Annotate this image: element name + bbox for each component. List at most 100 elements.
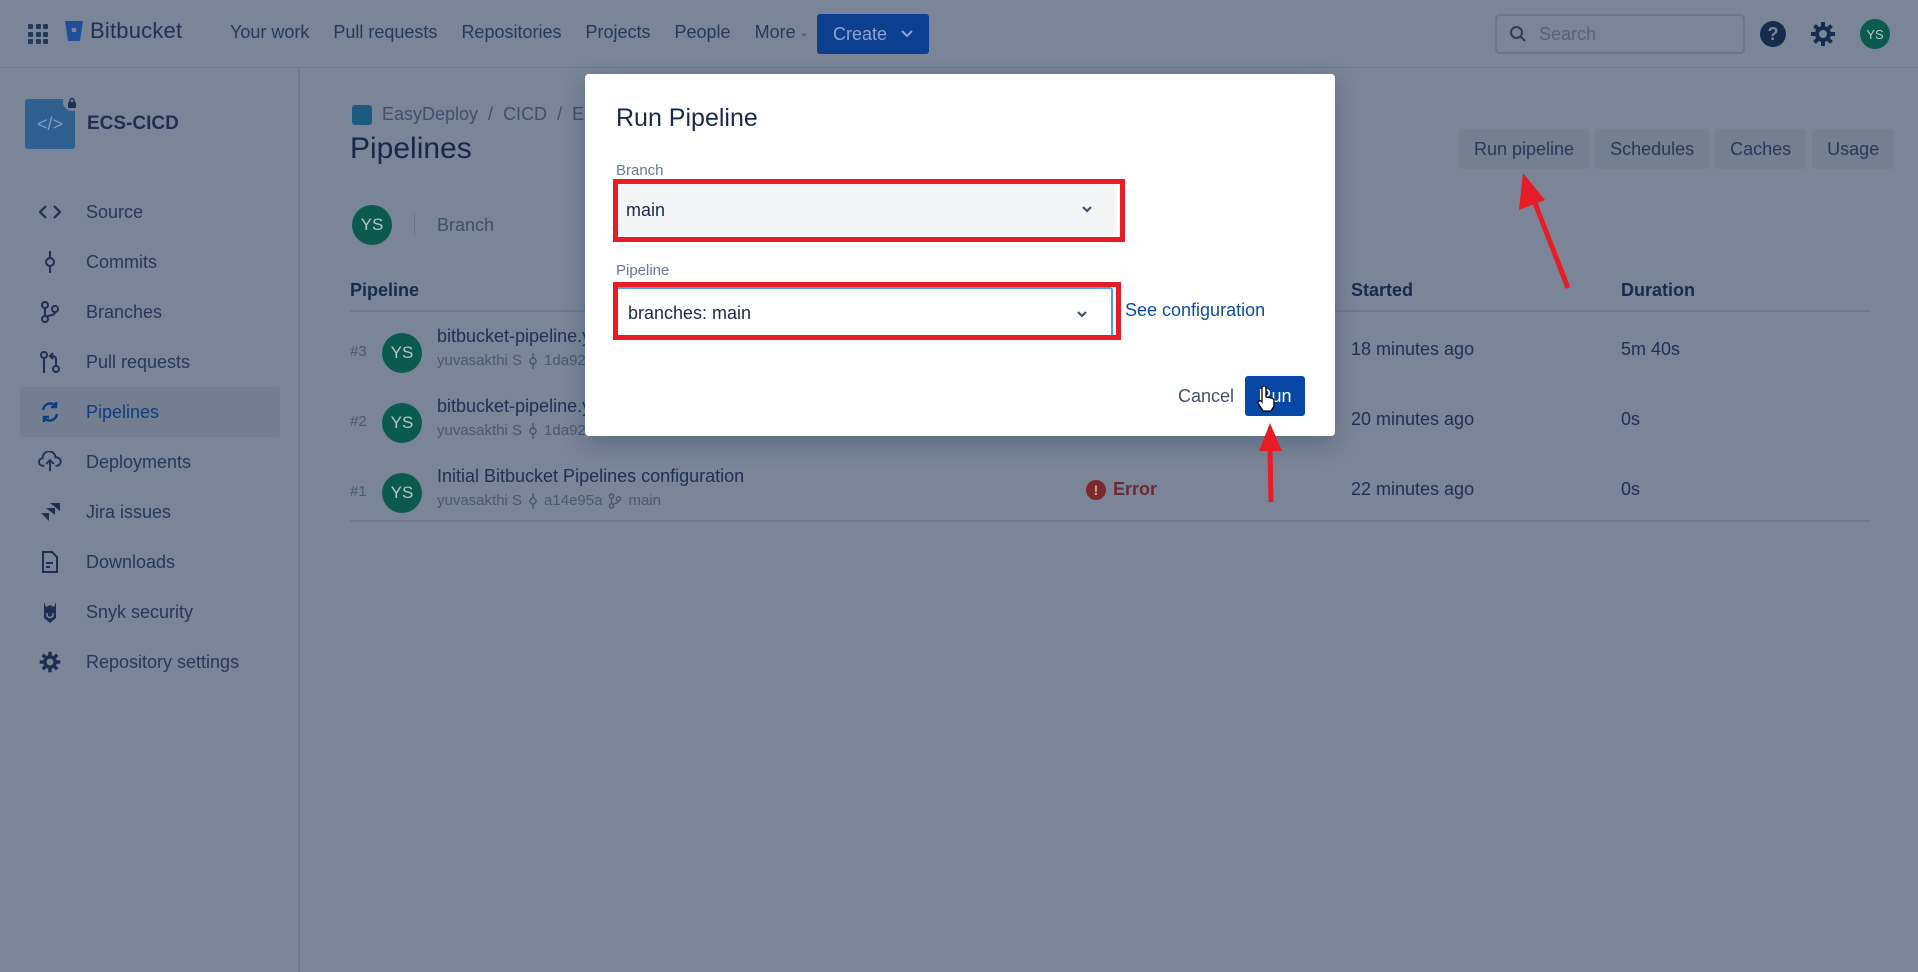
commit-icon [529, 352, 537, 369]
code-icon: </> [36, 113, 64, 134]
top-navigation: Bitbucket Your work Pull requests Reposi… [0, 0, 1918, 68]
run-pipeline-button[interactable]: Run pipeline [1459, 129, 1590, 169]
commit-icon [529, 422, 537, 439]
pipeline-title[interactable]: Initial Bitbucket Pipelines configuratio… [437, 466, 744, 487]
nav-repositories[interactable]: Repositories [461, 22, 561, 43]
table-row[interactable]: #1 YS Initial Bitbucket Pipelines config… [350, 459, 1870, 529]
started-time: 20 minutes ago [1351, 409, 1475, 429]
pipeline-select[interactable]: branches: main [616, 287, 1113, 339]
usage-button[interactable]: Usage [1812, 129, 1895, 169]
repo-header[interactable]: </> ECS-CICD [25, 93, 179, 149]
create-label: Create [832, 23, 888, 44]
duration: 0s [1621, 409, 1641, 429]
pipelines-toolbar: Run pipeline Schedules Caches Usage [1459, 129, 1895, 169]
author: yuvasakthi S [437, 422, 523, 439]
author: yuvasakthi S [437, 352, 523, 369]
bitbucket-logo[interactable]: Bitbucket [64, 18, 182, 44]
gear-icon[interactable] [1809, 20, 1837, 48]
jira-icon [38, 500, 62, 524]
apps-grid-icon[interactable] [28, 24, 48, 44]
sidebar-item-snyk-security[interactable]: Snyk security [20, 587, 280, 637]
breadcrumb-workspace[interactable]: CICD [503, 104, 547, 125]
breadcrumb-project[interactable]: EasyDeploy [382, 104, 478, 125]
cancel-button[interactable]: Cancel [1168, 376, 1244, 416]
sidebar-item-jira-issues[interactable]: Jira issues [20, 487, 280, 537]
sidebar: </> ECS-CICD Source Commits Branches Pul… [0, 69, 300, 972]
column-header-started: Started [1351, 280, 1414, 300]
chevron-down-icon [901, 30, 913, 38]
sidebar-item-label: Branches [86, 301, 163, 322]
duration: 0s [1621, 479, 1641, 499]
repo-name: ECS-CICD [87, 113, 179, 134]
search-input[interactable]: Search [1495, 14, 1745, 54]
sidebar-item-branches[interactable]: Branches [20, 287, 280, 337]
chevron-down-icon: ⌄ [799, 27, 809, 39]
sidebar-item-label: Pipelines [86, 401, 160, 422]
status-text: Error [1113, 479, 1158, 499]
started-time: 18 minutes ago [1351, 339, 1475, 359]
pipeline-select-value: branches: main [628, 302, 752, 323]
nav-people[interactable]: People [675, 22, 731, 43]
pull-request-icon [38, 350, 62, 374]
divider [350, 520, 1870, 522]
branch-icon [609, 492, 622, 509]
nav-pull-requests[interactable]: Pull requests [333, 22, 437, 43]
sidebar-item-pull-requests[interactable]: Pull requests [20, 337, 280, 387]
snyk-icon [38, 600, 62, 624]
pipeline-meta: yuvasakthi S 1da92 [437, 352, 586, 369]
user-filter-avatar[interactable]: YS [352, 205, 392, 245]
nav-projects[interactable]: Projects [585, 22, 650, 43]
error-icon: ! [1086, 479, 1106, 500]
author: yuvasakthi S [437, 492, 523, 509]
create-button[interactable]: Create [817, 14, 929, 54]
avatar: YS [382, 333, 422, 373]
commit-icon [529, 492, 537, 509]
branch-select[interactable]: main [616, 184, 1116, 236]
file-icon [38, 550, 62, 574]
sidebar-item-repository-settings[interactable]: Repository settings [20, 637, 280, 687]
sidebar-item-label: Downloads [86, 551, 176, 572]
nav-label: More [754, 22, 796, 42]
search-icon [1510, 26, 1526, 42]
search-placeholder: Search [1539, 23, 1597, 44]
sidebar-item-downloads[interactable]: Downloads [20, 537, 280, 587]
nav-label: People [674, 22, 731, 42]
code-icon [38, 200, 62, 224]
commit-hash[interactable]: 1da92 [544, 352, 586, 369]
see-configuration-link[interactable]: See configuration [1125, 300, 1265, 321]
divider [414, 214, 415, 236]
schedules-button[interactable]: Schedules [1595, 129, 1710, 169]
nav-more[interactable]: More ⌄ [755, 22, 809, 43]
repo-avatar: </> [25, 93, 81, 149]
pipeline-field-label: Pipeline [616, 262, 670, 279]
main-nav: Your work Pull requests Repositories Pro… [230, 22, 833, 43]
sidebar-item-pipelines[interactable]: Pipelines [20, 387, 280, 437]
sidebar-item-label: Commits [86, 251, 157, 272]
user-avatar[interactable]: YS [1860, 19, 1890, 49]
branch-filter[interactable]: Branch [437, 215, 494, 236]
sidebar-item-source[interactable]: Source [20, 187, 280, 237]
nav-your-work[interactable]: Your work [230, 22, 309, 43]
branch-name[interactable]: main [628, 492, 661, 509]
pipeline-number: #1 [350, 483, 367, 500]
sidebar-item-commits[interactable]: Commits [20, 237, 280, 287]
pipeline-number: #2 [350, 413, 367, 430]
gear-icon [38, 650, 62, 674]
hand-cursor-icon [1257, 386, 1275, 412]
branch-select-value: main [626, 199, 666, 220]
commit-hash[interactable]: 1da92 [544, 422, 586, 439]
pipeline-number: #3 [350, 343, 367, 360]
sidebar-item-deployments[interactable]: Deployments [20, 437, 280, 487]
page-title: Pipelines [350, 132, 472, 165]
chevron-down-icon [1077, 311, 1087, 318]
help-icon[interactable]: ? [1760, 21, 1786, 47]
pipeline-title[interactable]: bitbucket-pipeline.y [437, 396, 591, 417]
commit-hash[interactable]: a14e95a [544, 492, 602, 509]
nav-label: Repositories [461, 22, 562, 42]
cloud-upload-icon [38, 450, 62, 474]
nav-label: Your work [230, 22, 310, 42]
column-header-pipeline: Pipeline [350, 280, 420, 300]
pipeline-title[interactable]: bitbucket-pipeline.y [437, 326, 591, 347]
caches-button[interactable]: Caches [1715, 129, 1807, 169]
sidebar-item-label: Pull requests [86, 351, 191, 372]
